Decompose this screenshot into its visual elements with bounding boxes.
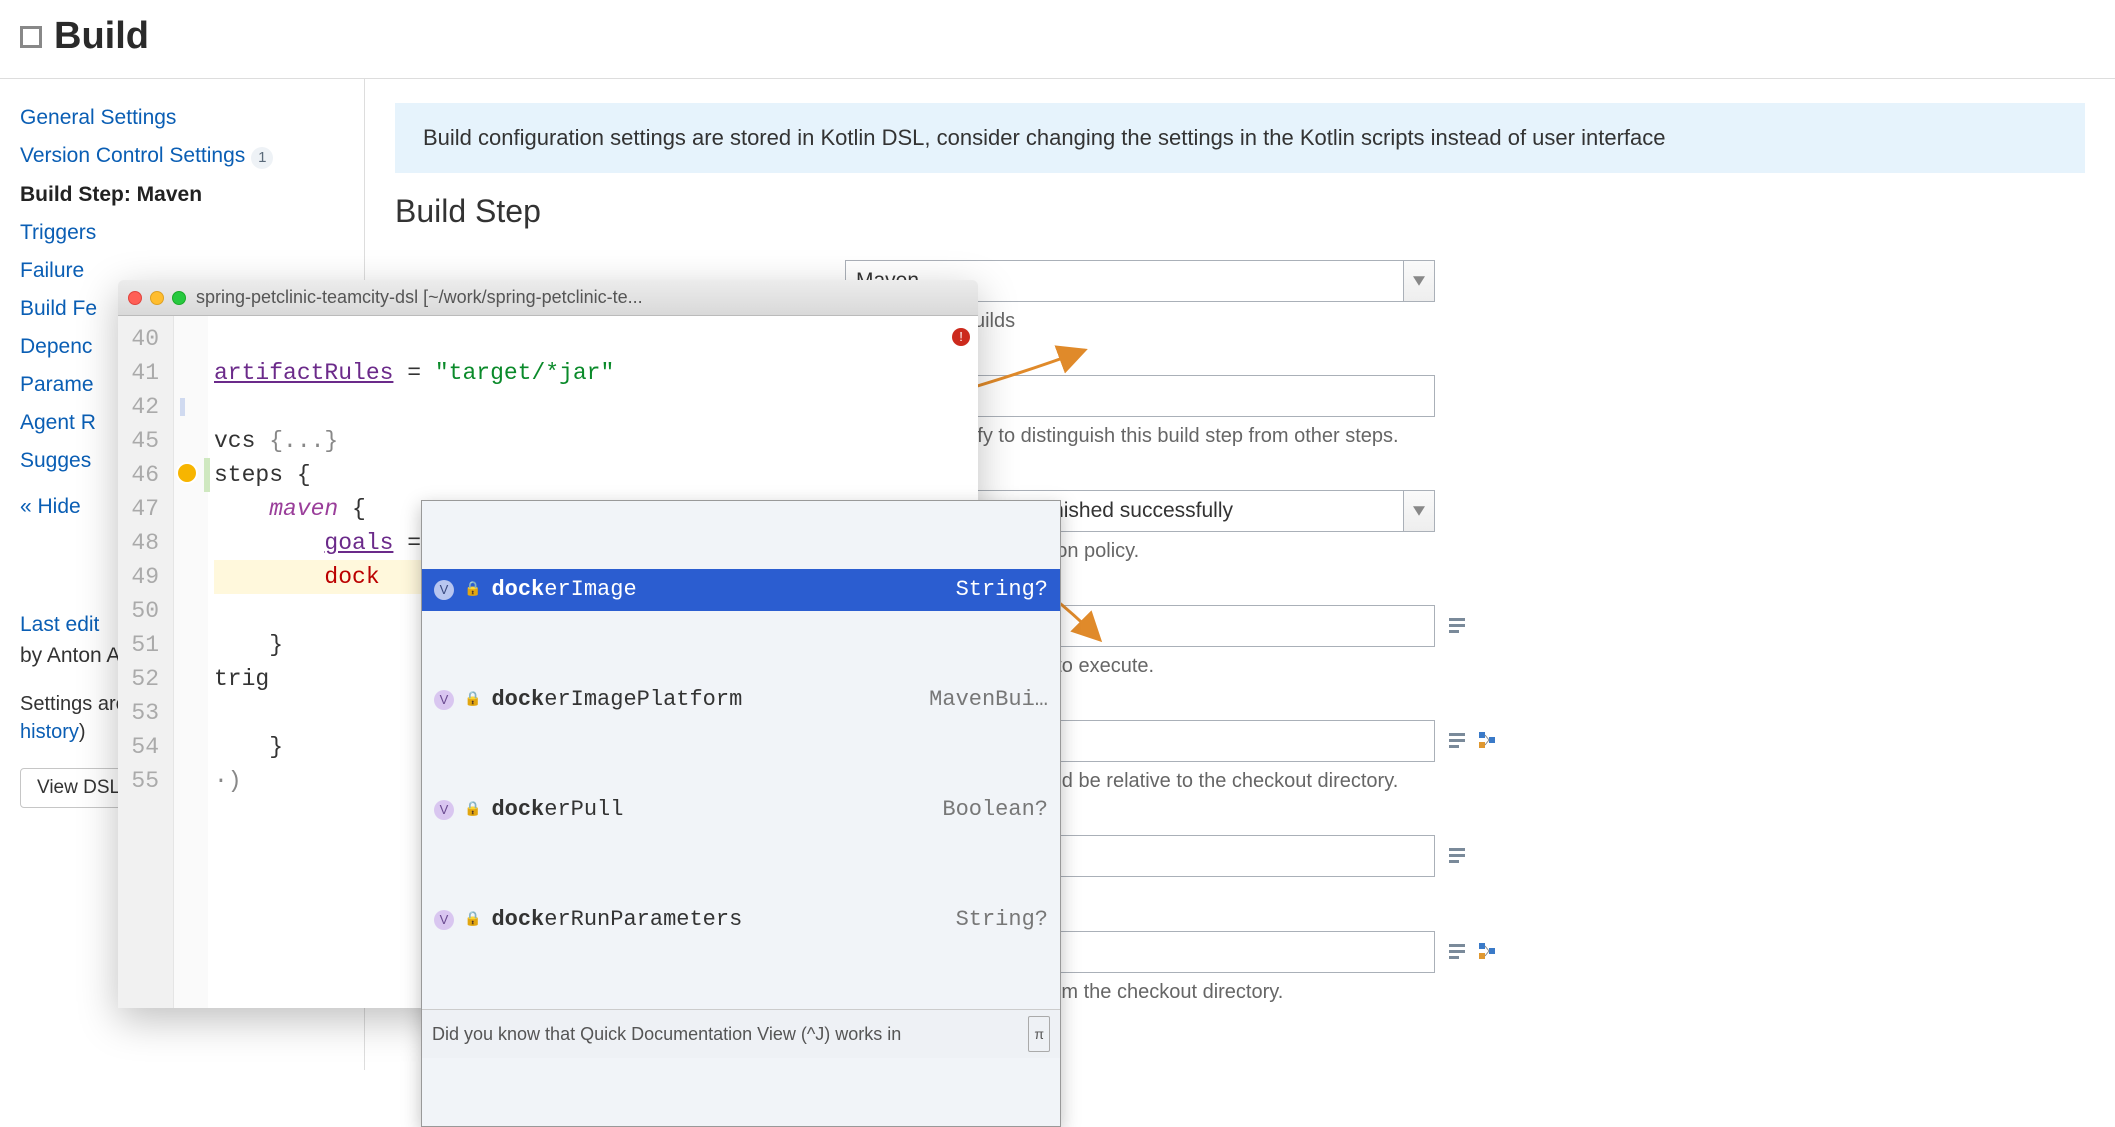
autocomplete-item[interactable]: V 🔒 dockerImagePlatform MavenBui… bbox=[422, 679, 1060, 721]
error-badge-icon[interactable]: ! bbox=[952, 328, 970, 346]
runner-hint: Runs Maven builds bbox=[845, 310, 2085, 333]
variable-icon: V bbox=[434, 580, 454, 600]
badge-count: 1 bbox=[251, 147, 273, 169]
lock-icon: 🔒 bbox=[464, 683, 481, 717]
breadcrumb-icon bbox=[20, 26, 42, 48]
vcs-icon[interactable] bbox=[1447, 845, 1467, 865]
section-heading: Build Step bbox=[395, 193, 2085, 230]
lock-icon: 🔒 bbox=[464, 903, 481, 937]
autocomplete-item[interactable]: V 🔒 dockerPull Boolean? bbox=[422, 789, 1060, 831]
line-gutter: 40 41 42 45 46 47 48 49 50 51 52 53 54 5… bbox=[118, 316, 174, 1008]
pi-icon: π bbox=[1028, 1016, 1050, 1052]
lock-icon: 🔒 bbox=[464, 793, 481, 827]
autocomplete-popup: V 🔒 dockerImage String? V 🔒 dockerImageP… bbox=[421, 500, 1061, 1127]
variable-icon: V bbox=[434, 800, 454, 820]
variable-icon: V bbox=[434, 690, 454, 710]
stepname-hint: Optional, specify to distinguish this bu… bbox=[845, 425, 2085, 448]
label-runner bbox=[395, 260, 825, 266]
tree-picker-icon[interactable] bbox=[1477, 941, 1497, 961]
sidebar-item-general[interactable]: General Settings bbox=[20, 99, 364, 137]
ide-titlebar[interactable]: spring-petclinic-teamcity-dsl [~/work/sp… bbox=[118, 280, 978, 316]
tree-picker-icon[interactable] bbox=[1477, 730, 1497, 750]
page-title: Build bbox=[54, 15, 149, 58]
sidebar-item-vcs[interactable]: Version Control Settings1 bbox=[20, 137, 364, 176]
close-icon[interactable] bbox=[128, 291, 142, 305]
autocomplete-item[interactable]: V 🔒 dockerImage String? bbox=[422, 569, 1060, 611]
sidebar-item-build-step[interactable]: Build Step: Maven bbox=[20, 176, 364, 214]
autocomplete-item[interactable]: V 🔒 dockerRunParameters String? bbox=[422, 899, 1060, 941]
info-banner: Build configuration settings are stored … bbox=[395, 103, 2085, 173]
maximize-icon[interactable] bbox=[172, 291, 186, 305]
variable-icon: V bbox=[434, 910, 454, 930]
ide-editor-window: spring-petclinic-teamcity-dsl [~/work/sp… bbox=[118, 280, 978, 1008]
sidebar-item-triggers[interactable]: Triggers bbox=[20, 214, 364, 252]
vcs-icon[interactable] bbox=[1447, 941, 1467, 961]
minimize-icon[interactable] bbox=[150, 291, 164, 305]
lock-icon: 🔒 bbox=[464, 573, 481, 607]
vcs-icon[interactable] bbox=[1447, 615, 1467, 635]
chevron-down-icon[interactable] bbox=[1403, 490, 1435, 532]
code-editor[interactable]: artifactRules = "target/*jar" vcs {...} … bbox=[174, 316, 978, 1008]
autocomplete-hint: Did you know that Quick Documentation Vi… bbox=[422, 1009, 1060, 1058]
chevron-down-icon[interactable] bbox=[1403, 260, 1435, 302]
vcs-icon[interactable] bbox=[1447, 730, 1467, 750]
ide-window-title: spring-petclinic-teamcity-dsl [~/work/sp… bbox=[196, 287, 968, 308]
